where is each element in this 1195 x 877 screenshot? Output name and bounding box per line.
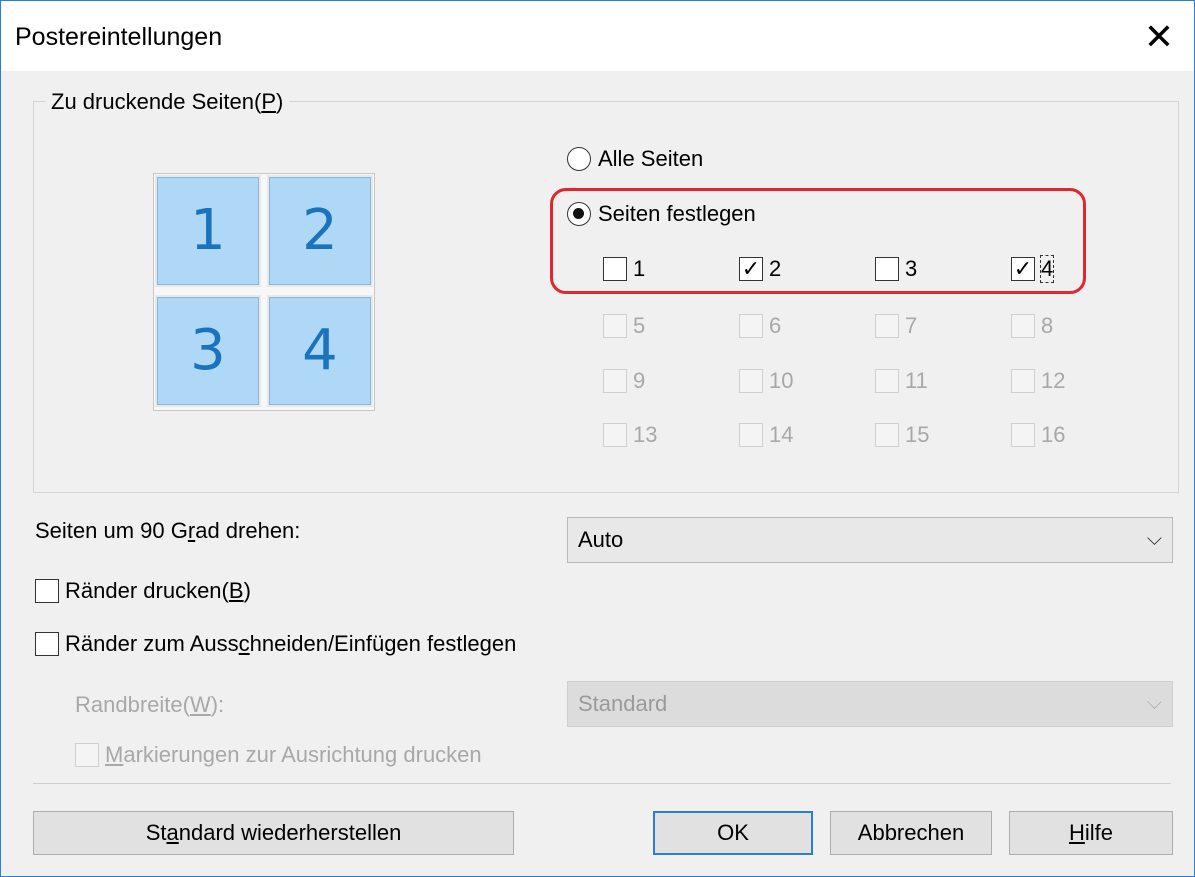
- checkbox-box[interactable]: [75, 743, 99, 767]
- checkbox-box[interactable]: [875, 257, 899, 281]
- checkbox-box[interactable]: [1011, 423, 1035, 447]
- print-borders-checkbox[interactable]: Ränder drucken(B): [35, 578, 251, 604]
- page-label: 5: [633, 313, 646, 338]
- page-label: 10: [769, 368, 794, 393]
- checkbox-box[interactable]: [739, 423, 763, 447]
- separator: [33, 783, 1171, 784]
- checkbox-box[interactable]: [875, 369, 899, 393]
- page-label: 11: [905, 368, 928, 393]
- page-checkbox-4[interactable]: ✓ 4: [1011, 255, 1055, 283]
- checkbox-box[interactable]: [603, 369, 627, 393]
- title-bar: Postereintellungen ✕: [1, 1, 1194, 71]
- radio-all-pages[interactable]: Alle Seiten: [567, 146, 703, 172]
- cancel-button[interactable]: Abbrechen: [830, 811, 992, 855]
- checkbox-box[interactable]: [875, 314, 899, 338]
- rotate-select[interactable]: Auto ⌵: [567, 517, 1173, 563]
- page-label: 8: [1041, 313, 1054, 338]
- poster-preview: 1 2 3 4: [153, 173, 375, 411]
- print-borders-label: Ränder drucken(B): [65, 578, 251, 603]
- chevron-down-icon: ⌵: [1146, 528, 1162, 550]
- checkbox-box[interactable]: [603, 257, 627, 281]
- page-label: 4: [1039, 255, 1055, 283]
- checkbox-box[interactable]: [1011, 314, 1035, 338]
- page-checkbox-11[interactable]: 11: [875, 368, 928, 394]
- radio-all-pages-label: Alle Seiten: [598, 146, 704, 171]
- checkbox-box[interactable]: [603, 423, 627, 447]
- page-label: 16: [1041, 422, 1066, 447]
- poster-settings-dialog: Postereintellungen ✕ Zu druckende Seiten…: [0, 0, 1195, 877]
- page-label: 15: [905, 422, 930, 447]
- page-checkbox-3[interactable]: 3: [875, 256, 917, 282]
- page-checkbox-9[interactable]: 9: [603, 368, 645, 394]
- page-checkbox-6[interactable]: 6: [739, 313, 781, 339]
- page-label: 1: [633, 256, 646, 281]
- page-checkbox-12[interactable]: 12: [1011, 368, 1065, 394]
- cut-margins-checkbox[interactable]: Ränder zum Ausschneiden/Einfügen festleg…: [35, 631, 516, 657]
- page-label: 6: [769, 313, 782, 338]
- page-checkbox-13[interactable]: 13: [603, 422, 657, 448]
- page-label: 9: [633, 368, 646, 393]
- pages-group-title: Zu druckende Seiten(P): [45, 89, 290, 115]
- window-title: Postereintellungen: [15, 23, 223, 51]
- page-checkbox-8[interactable]: 8: [1011, 313, 1053, 339]
- page-checkbox-10[interactable]: 10: [739, 368, 793, 394]
- checkbox-box[interactable]: [603, 314, 627, 338]
- checkbox-box[interactable]: [739, 369, 763, 393]
- page-label: 7: [905, 313, 918, 338]
- radio-all-pages-button[interactable]: [567, 147, 591, 171]
- checkbox-box[interactable]: [35, 579, 59, 603]
- page-label: 13: [633, 422, 658, 447]
- page-label: 14: [769, 422, 794, 447]
- page-checkbox-5[interactable]: 5: [603, 313, 645, 339]
- align-marks-label: Markierungen zur Ausrichtung drucken: [105, 742, 482, 767]
- page-checkbox-15[interactable]: 15: [875, 422, 929, 448]
- checkmark-icon[interactable]: ✓: [739, 257, 763, 281]
- checkbox-box[interactable]: [35, 632, 59, 656]
- page-label: 12: [1041, 368, 1066, 393]
- close-icon[interactable]: ✕: [1137, 15, 1181, 59]
- rotate-label: Seiten um 90 Grad drehen:: [35, 518, 301, 543]
- page-checkbox-2[interactable]: ✓ 2: [739, 256, 781, 282]
- chevron-down-icon: ⌵: [1146, 692, 1162, 714]
- page-label: 3: [905, 256, 918, 281]
- cut-margins-label: Ränder zum Ausschneiden/Einfügen festleg…: [65, 631, 517, 656]
- page-checkbox-1[interactable]: 1: [603, 256, 645, 282]
- checkbox-box[interactable]: [875, 423, 899, 447]
- rotate-select-value: Auto: [578, 527, 624, 552]
- page-checkbox-7[interactable]: 7: [875, 313, 917, 339]
- checkbox-box[interactable]: [739, 314, 763, 338]
- preview-tile-3: 3: [157, 297, 259, 405]
- page-checkbox-14[interactable]: 14: [739, 422, 793, 448]
- preview-tile-1: 1: [157, 177, 259, 285]
- preview-tile-2: 2: [269, 177, 371, 285]
- help-button[interactable]: Hilfe: [1009, 811, 1173, 855]
- restore-defaults-button[interactable]: St a ndard wiederherstellen: [33, 811, 514, 855]
- margin-width-label: Randbreite(W):: [75, 692, 225, 717]
- ok-button[interactable]: OK: [653, 811, 813, 855]
- preview-tile-4: 4: [269, 297, 371, 405]
- margin-width-select-value: Standard: [578, 691, 668, 716]
- page-label: 2: [769, 256, 782, 281]
- page-checkbox-16[interactable]: 16: [1011, 422, 1065, 448]
- checkbox-box[interactable]: [1011, 369, 1035, 393]
- align-marks-checkbox[interactable]: Markierungen zur Ausrichtung drucken: [75, 742, 482, 768]
- checkmark-icon[interactable]: ✓: [1011, 257, 1035, 281]
- margin-width-select[interactable]: Standard ⌵: [567, 681, 1173, 727]
